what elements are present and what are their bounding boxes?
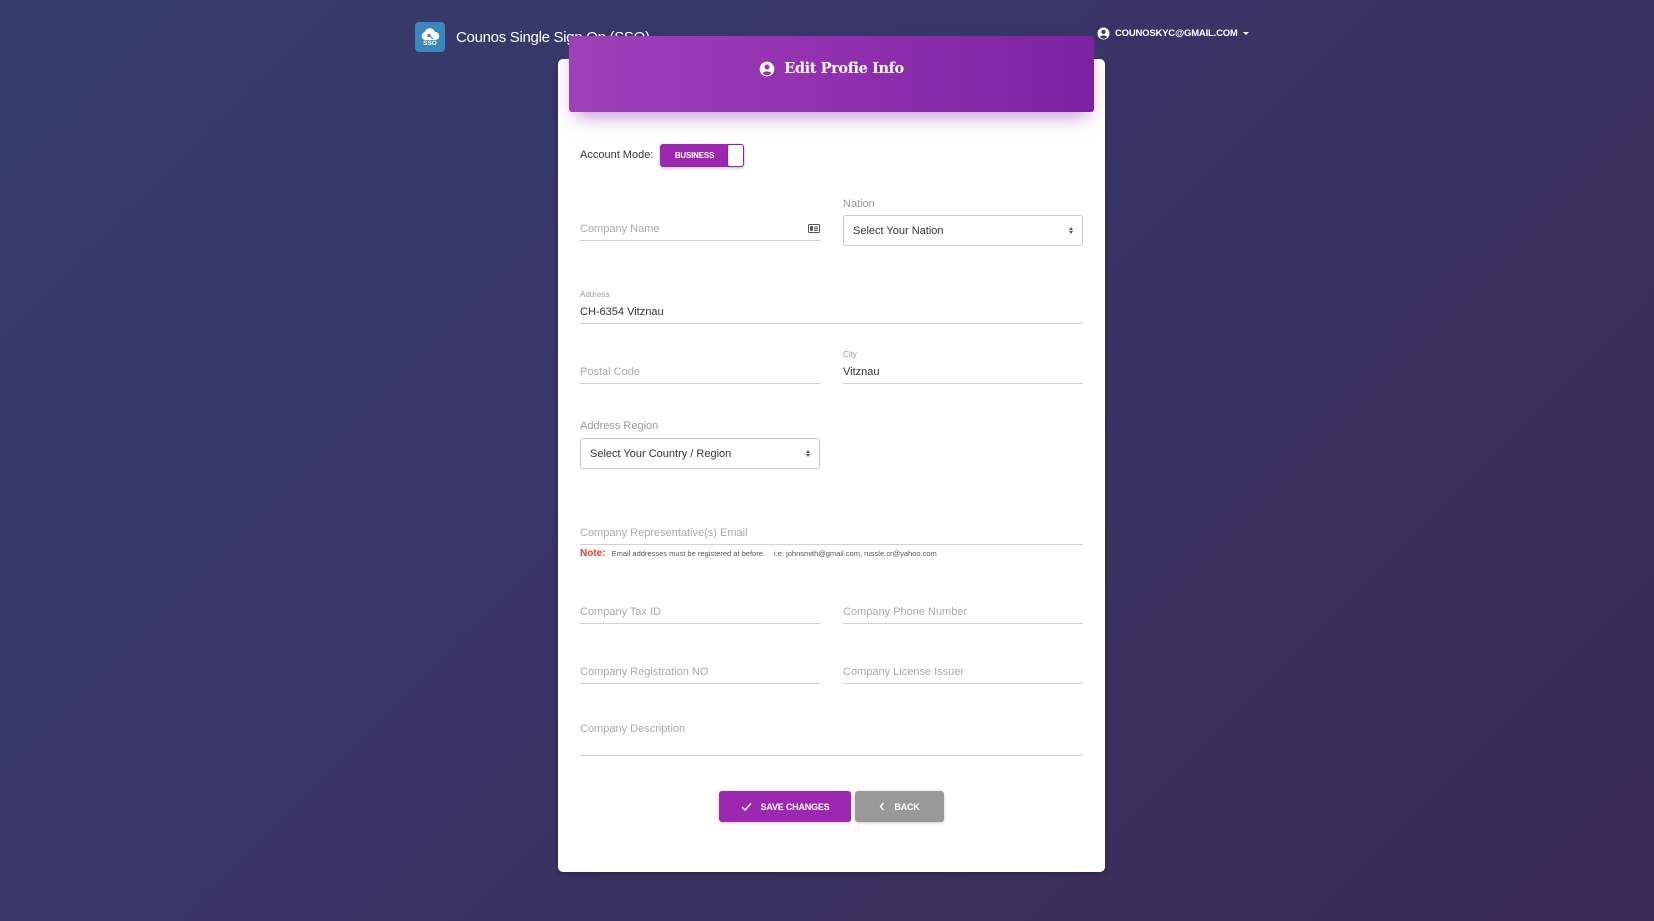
city-input[interactable]: Vitznau (843, 358, 1083, 384)
nation-label: Nation (843, 198, 875, 210)
user-email: COUNOSKYC@GMAIL.COM (1115, 28, 1238, 39)
tax-id-input[interactable]: Company Tax ID (580, 598, 820, 624)
id-card-icon (808, 224, 820, 233)
city-value: Vitznau (843, 366, 880, 378)
card-header: Edit Profie Info (569, 36, 1094, 112)
note-text: Email addresses must be registered at be… (611, 549, 765, 558)
user-menu[interactable]: COUNOSKYC@GMAIL.COM (1097, 27, 1249, 40)
select-arrows-icon (1069, 227, 1073, 234)
save-changes-button[interactable]: SAVE CHANGES (719, 791, 851, 822)
phone-number-placeholder: Company Phone Number (843, 606, 968, 618)
account-circle-icon (1097, 27, 1110, 40)
select-arrows-icon (806, 450, 810, 457)
back-button[interactable]: BACK (855, 791, 944, 822)
account-mode-toggle[interactable]: BUSINESS (660, 144, 744, 167)
chevron-left-icon (879, 802, 885, 811)
chevron-down-icon (1242, 32, 1249, 35)
representative-email-placeholder: Company Representative(s) Email (580, 527, 748, 539)
address-input[interactable]: CH-6354 Vitznau (580, 298, 1083, 324)
save-changes-label: SAVE CHANGES (760, 801, 830, 812)
phone-number-input[interactable]: Company Phone Number (843, 598, 1083, 624)
toggle-knob[interactable] (728, 145, 743, 166)
logo-text: SSO (423, 39, 437, 47)
license-issuer-input[interactable]: Company License Issuer (843, 658, 1083, 684)
registration-no-input[interactable]: Company Registration NO (580, 658, 820, 684)
representative-email-input[interactable]: Company Representative(s) Email (580, 519, 1083, 545)
license-issuer-placeholder: Company License Issuer (843, 666, 965, 678)
address-region-selected: Select Your Country / Region (590, 447, 732, 460)
company-name-input[interactable]: Company Name (580, 215, 820, 241)
check-icon (741, 802, 752, 811)
nation-selected: Select Your Nation (853, 224, 944, 237)
back-label: BACK (894, 801, 920, 812)
address-region-label: Address Region (580, 420, 659, 432)
note-label: Note: (580, 548, 606, 559)
address-region-select[interactable]: Select Your Country / Region (580, 438, 820, 469)
account-mode-value: BUSINESS (674, 151, 715, 160)
nation-select[interactable]: Select Your Nation (843, 215, 1083, 246)
company-name-placeholder: Company Name (580, 223, 660, 235)
tax-id-placeholder: Company Tax ID (580, 606, 662, 618)
postal-code-placeholder: Postal Code (580, 366, 640, 378)
page-title: Edit Profie Info (784, 60, 904, 77)
postal-code-input[interactable]: Postal Code (580, 358, 820, 384)
account-mode-label: Account Mode: (580, 149, 654, 161)
registration-no-placeholder: Company Registration NO (580, 666, 709, 678)
description-textarea[interactable]: Company Description (580, 714, 1083, 756)
email-note: Note: Email addresses must be registered… (580, 548, 937, 559)
description-placeholder: Company Description (580, 723, 686, 735)
sso-logo: SSO (415, 22, 445, 52)
account-circle-icon (759, 61, 775, 76)
note-example: i.e: johnsmith@gmail.com, russle.cr@yaho… (773, 549, 937, 558)
address-value: CH-6354 Vitznau (580, 306, 664, 318)
